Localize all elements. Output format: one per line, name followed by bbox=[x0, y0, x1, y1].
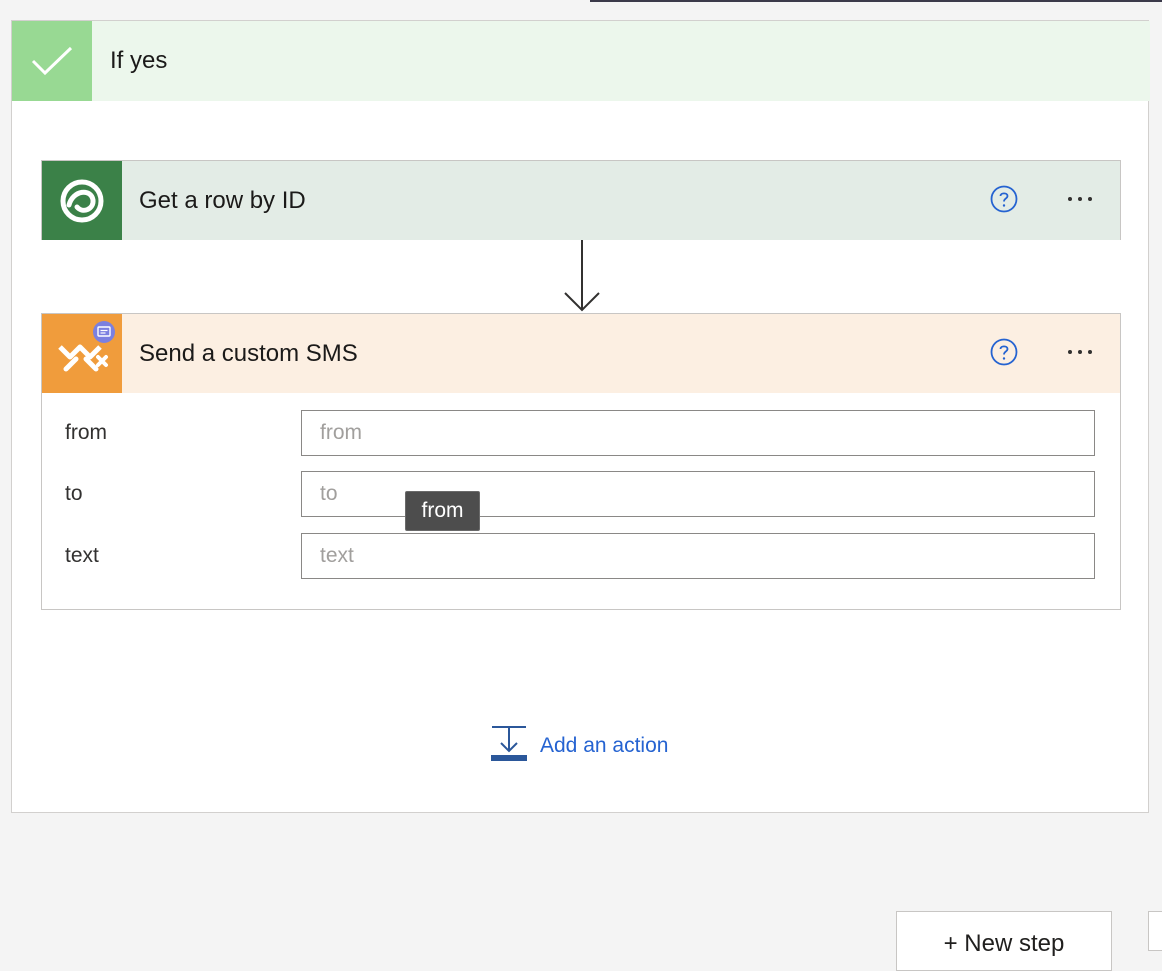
step-card-send-sms: Send a custom SMS from to text bbox=[41, 313, 1121, 610]
step-title: Get a row by ID bbox=[139, 187, 306, 214]
step-header-get-row[interactable]: Get a row by ID bbox=[42, 161, 1120, 240]
add-action-button[interactable]: Add an action bbox=[490, 725, 669, 768]
step-header-send-sms[interactable]: Send a custom SMS bbox=[42, 314, 1120, 393]
field-label-text: text bbox=[65, 544, 99, 567]
more-options-icon[interactable] bbox=[1056, 338, 1104, 366]
add-action-label: Add an action bbox=[540, 734, 669, 757]
save-button-edge[interactable] bbox=[1148, 911, 1162, 951]
arrow-down-icon bbox=[562, 240, 602, 313]
text-input[interactable] bbox=[301, 533, 1095, 579]
field-label-to: to bbox=[65, 482, 83, 505]
more-options-icon[interactable] bbox=[1056, 185, 1104, 213]
message-badge-icon bbox=[93, 321, 115, 343]
add-action-icon bbox=[490, 725, 528, 768]
step-card-get-row: Get a row by ID bbox=[41, 160, 1121, 240]
help-icon[interactable] bbox=[990, 338, 1018, 366]
from-input[interactable] bbox=[301, 410, 1095, 456]
tooltip: from bbox=[405, 491, 480, 531]
top-divider bbox=[590, 0, 1162, 2]
dataverse-icon bbox=[42, 161, 122, 240]
sms-connector-icon bbox=[42, 314, 122, 393]
field-label-from: from bbox=[65, 421, 107, 444]
new-step-button[interactable]: + New step bbox=[896, 911, 1112, 971]
condition-branch-yes: If yes Get a row by ID Send a custom SMS… bbox=[11, 20, 1150, 813]
branch-header[interactable]: If yes bbox=[12, 21, 1150, 101]
branch-title: If yes bbox=[110, 47, 168, 74]
step-title: Send a custom SMS bbox=[139, 340, 358, 367]
help-icon[interactable] bbox=[990, 185, 1018, 213]
checkmark-icon bbox=[12, 21, 92, 101]
